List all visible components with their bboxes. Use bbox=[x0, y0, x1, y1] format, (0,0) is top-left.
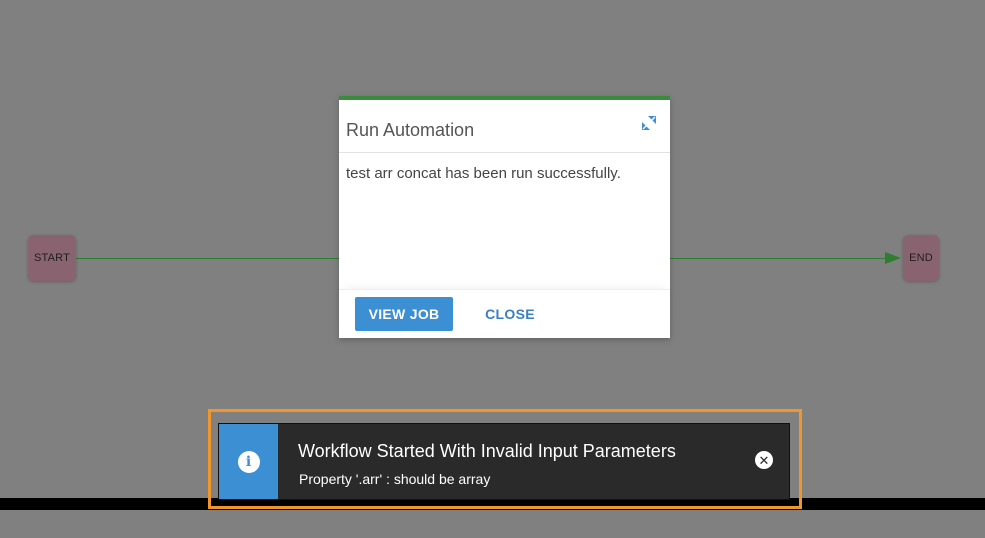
modal-body: test arr concat has been run successfull… bbox=[339, 153, 670, 194]
toast-title: Workflow Started With Invalid Input Para… bbox=[298, 441, 676, 461]
expand-icon[interactable] bbox=[642, 116, 656, 130]
notification-toast: i Workflow Started With Invalid Input Pa… bbox=[218, 423, 790, 500]
end-node-label: END bbox=[909, 252, 933, 264]
run-automation-modal: Run Automation test arr concat has been … bbox=[339, 96, 670, 338]
end-connector-line bbox=[670, 258, 888, 259]
toast-content: Workflow Started With Invalid Input Para… bbox=[278, 424, 789, 499]
info-icon: i bbox=[237, 450, 260, 473]
start-node[interactable]: START bbox=[28, 235, 76, 281]
connector-arrowhead bbox=[885, 252, 901, 264]
modal-footer: VIEW JOB CLOSE bbox=[339, 289, 670, 338]
toast-message: Property '.arr' : should be array bbox=[299, 471, 491, 487]
modal-title: Run Automation bbox=[346, 120, 475, 140]
modal-message: test arr concat has been run successfull… bbox=[346, 165, 621, 182]
toast-icon-panel: i bbox=[219, 424, 278, 499]
toast-close-icon[interactable]: ✕ bbox=[755, 451, 773, 469]
start-node-label: START bbox=[33, 252, 71, 264]
view-job-button[interactable]: VIEW JOB bbox=[355, 297, 453, 331]
close-button[interactable]: CLOSE bbox=[473, 297, 547, 331]
start-connector-line bbox=[76, 258, 340, 259]
modal-header: Run Automation bbox=[339, 100, 670, 153]
end-node[interactable]: END bbox=[903, 235, 939, 281]
